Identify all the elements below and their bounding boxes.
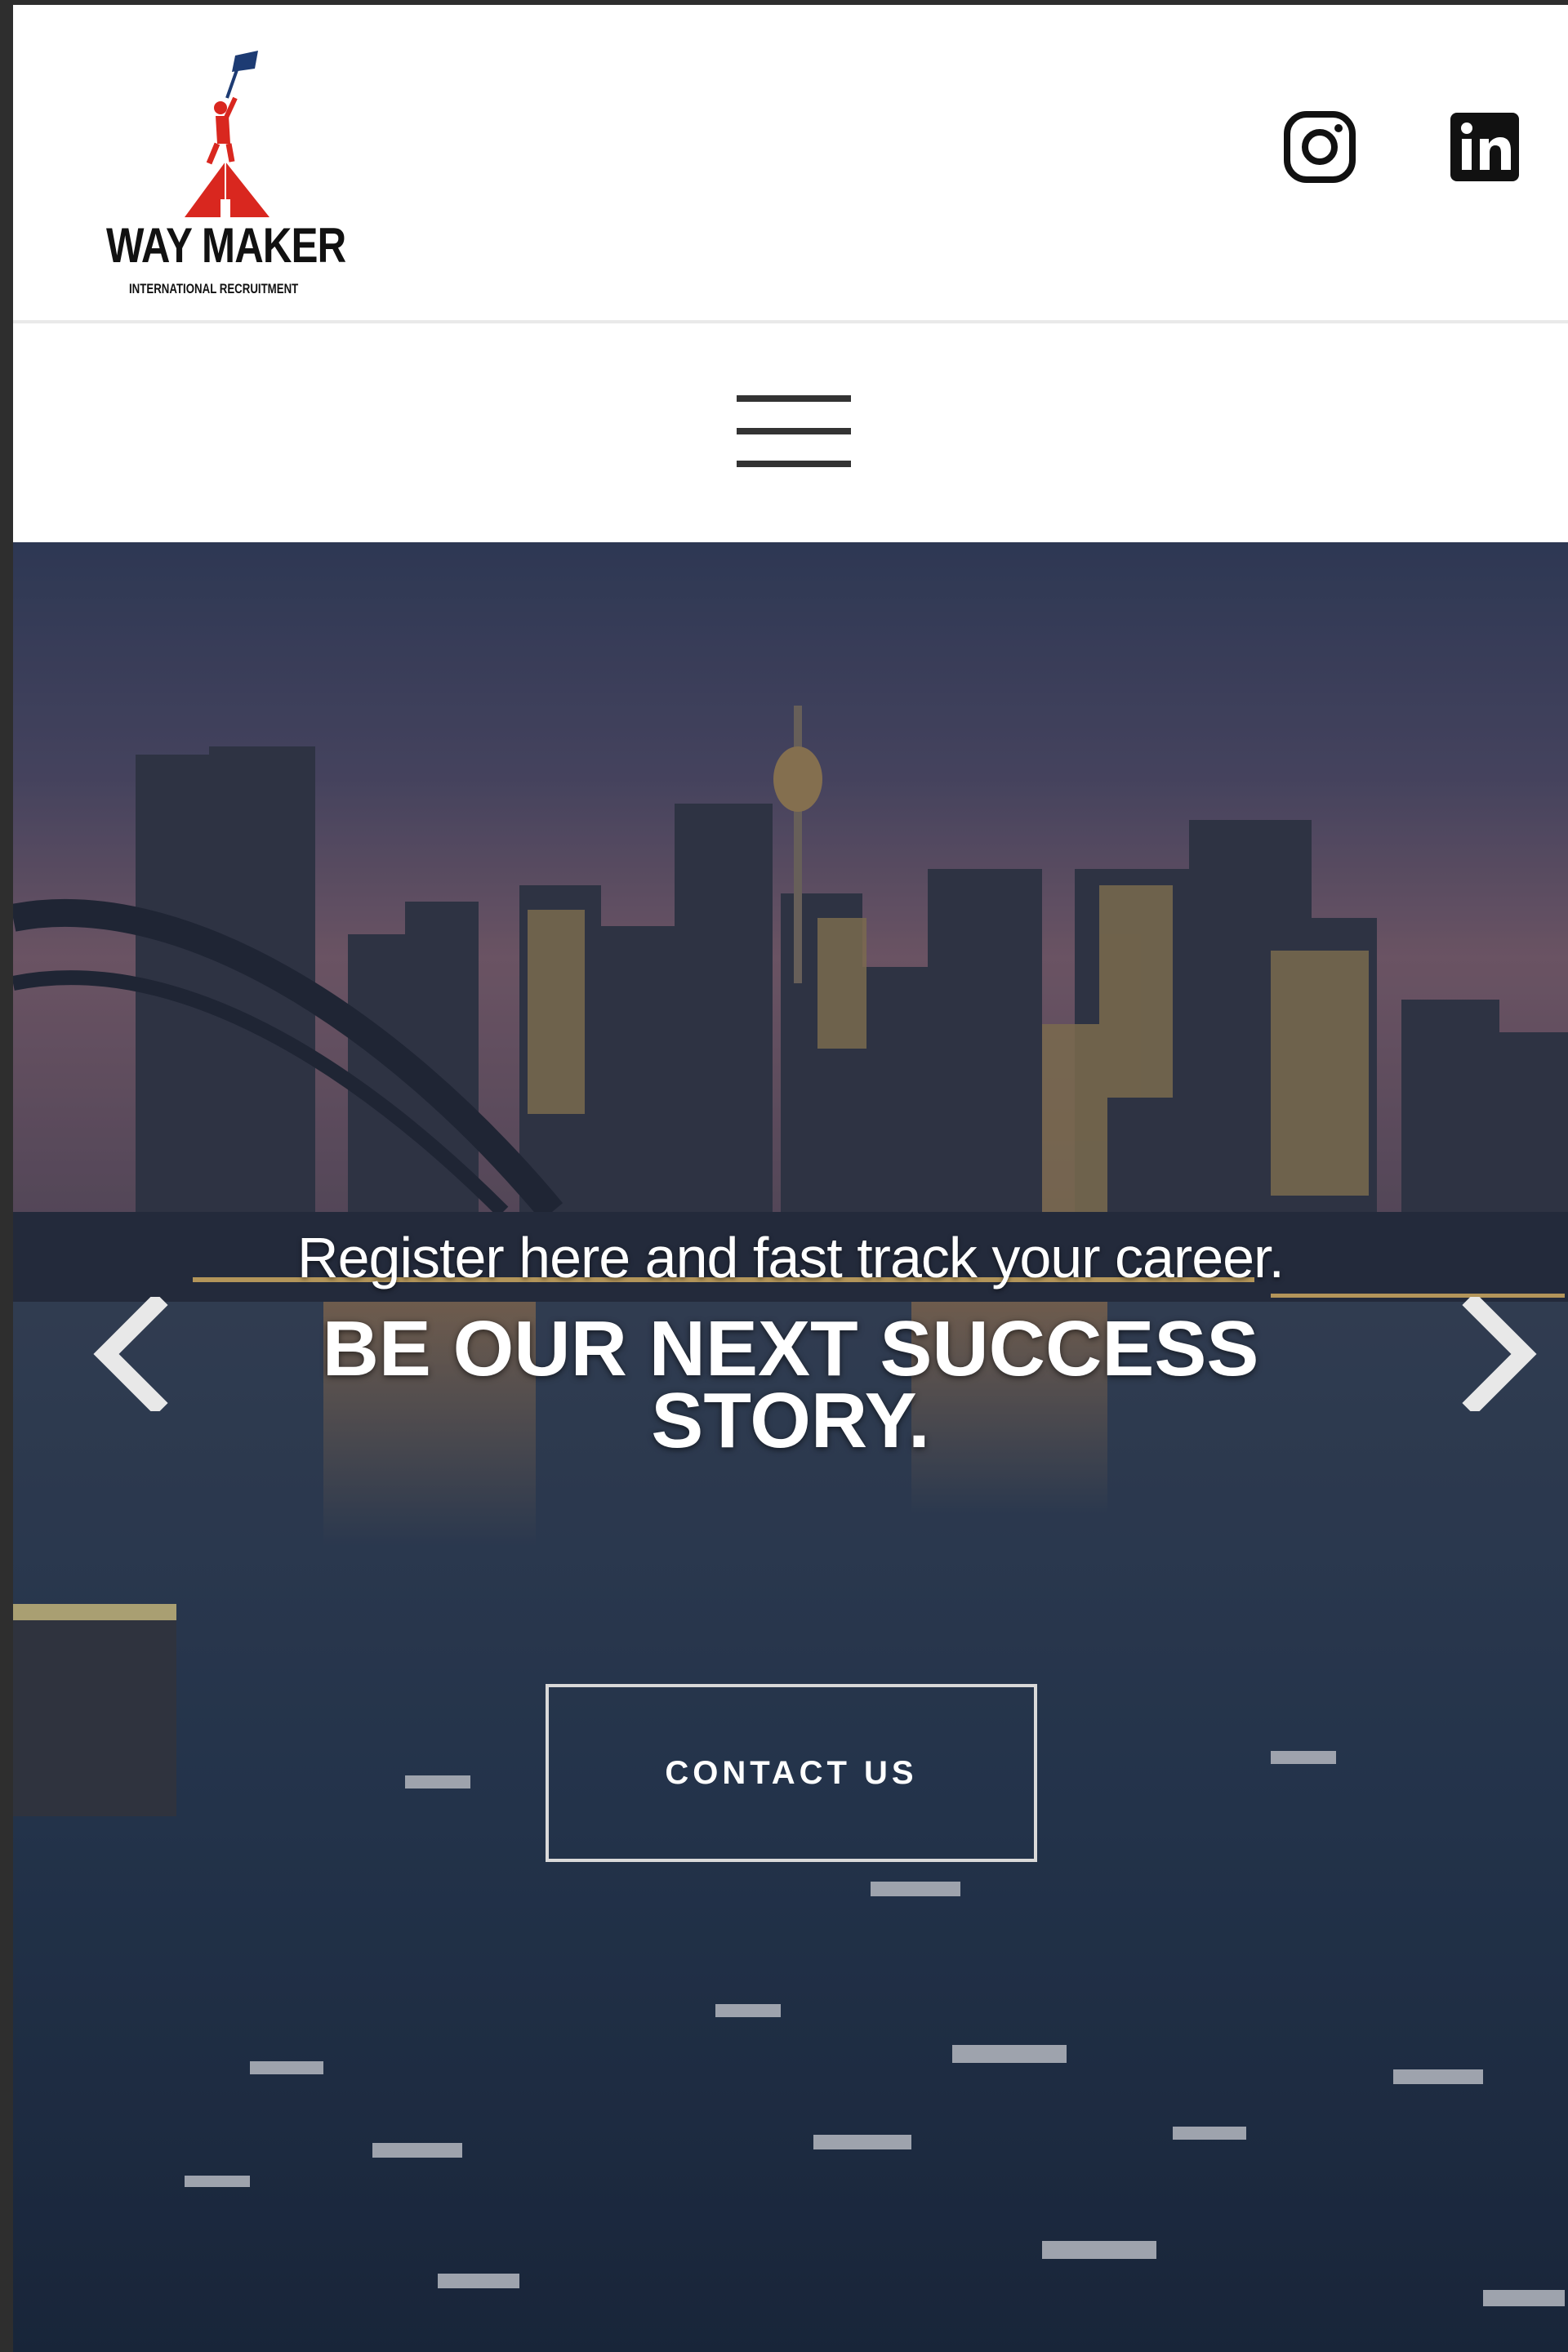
menu-line: [737, 461, 851, 467]
contact-us-button[interactable]: CONTACT US: [546, 1684, 1037, 1862]
brand-name: WAY MAKER: [106, 218, 346, 273]
site-header: WAY MAKER INTERNATIONAL RECRUITMENT: [13, 5, 1568, 323]
navigation-bar: [13, 323, 1568, 541]
hero-heading: BE OUR NEXT SUCCESS STORY.: [322, 1305, 1259, 1464]
chevron-right-icon[interactable]: [1459, 1292, 1540, 1416]
menu-line: [737, 395, 851, 402]
menu-line: [737, 428, 851, 434]
brand-subtitle: INTERNATIONAL RECRUITMENT: [129, 281, 299, 296]
linkedin-icon[interactable]: [1447, 109, 1522, 185]
brand-logo[interactable]: WAY MAKER INTERNATIONAL RECRUITMENT: [95, 47, 356, 309]
chevron-left-icon[interactable]: [90, 1292, 172, 1416]
hero-slider: Register here and fast track your career…: [13, 542, 1568, 2352]
page: WAY MAKER INTERNATIONAL RECRUITMENT Regi…: [0, 0, 1568, 2352]
hamburger-menu-icon[interactable]: [737, 395, 851, 470]
logo-mark-icon: [185, 51, 270, 217]
window-edge-left: [0, 0, 13, 2352]
instagram-icon[interactable]: [1282, 109, 1357, 185]
hero-tagline: Register here and fast track your career…: [297, 1226, 1285, 1290]
